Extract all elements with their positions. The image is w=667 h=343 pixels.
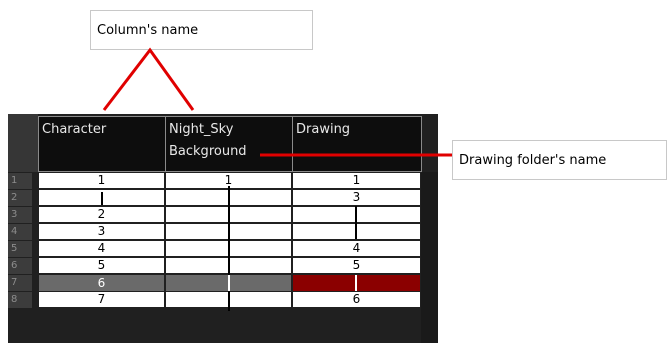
hold-line-character	[101, 192, 103, 205]
drawing-folder-callout-text: Drawing folder's name	[459, 152, 607, 168]
column-header-character-name: Character	[42, 122, 107, 137]
cell-drawing-2[interactable]: 3	[293, 190, 420, 205]
scroll-gutter	[421, 172, 438, 343]
hold-line-night-sky-selected	[228, 275, 230, 291]
cell-drawing-1[interactable]: 1	[293, 173, 420, 188]
column-header-drawing[interactable]: Drawing	[292, 116, 422, 172]
cell-character-7-selected[interactable]: 6	[39, 275, 164, 291]
row-number: 2	[8, 190, 32, 206]
hold-line-drawing	[355, 206, 357, 239]
column-header-drawing-name: Drawing	[296, 122, 351, 137]
header-corner	[8, 114, 38, 172]
cell-character-8[interactable]: 7	[39, 292, 164, 307]
row-number: 7	[8, 275, 32, 291]
cell-drawing-6[interactable]: 5	[293, 258, 420, 273]
column-header-character[interactable]: Character	[38, 116, 166, 172]
column-header-night-sky-name: Night_Sky	[169, 122, 234, 137]
row-number: 1	[8, 173, 32, 189]
row-number: 4	[8, 224, 32, 240]
cell-character-1[interactable]: 1	[39, 173, 164, 188]
row-number: 8	[8, 292, 32, 308]
cell-drawing-8[interactable]: 6	[293, 292, 420, 307]
column-name-pointer	[102, 47, 195, 111]
drawing-folder-callout: Drawing folder's name	[452, 140, 667, 180]
row-number: 5	[8, 241, 32, 257]
column-name-callout: Column's name	[90, 10, 313, 50]
cell-drawing-5[interactable]: 4	[293, 241, 420, 256]
hold-line-night-sky-lower	[228, 291, 230, 311]
xsheet-grid: Character Night_Sky Background Drawing 1…	[8, 114, 438, 343]
cell-character-6[interactable]: 5	[39, 258, 164, 273]
column-header-night-sky[interactable]: Night_Sky Background	[165, 116, 293, 172]
cell-character-5[interactable]: 4	[39, 241, 164, 256]
column-name-callout-text: Column's name	[97, 22, 199, 38]
cell-character-4[interactable]: 3	[39, 224, 164, 239]
hold-line-night-sky	[228, 186, 230, 275]
cell-character-3[interactable]: 2	[39, 207, 164, 222]
row-number: 6	[8, 258, 32, 274]
column-header-night-sky-folder: Background	[169, 144, 247, 159]
row-number: 3	[8, 207, 32, 223]
hold-line-drawing-selected	[355, 275, 357, 291]
